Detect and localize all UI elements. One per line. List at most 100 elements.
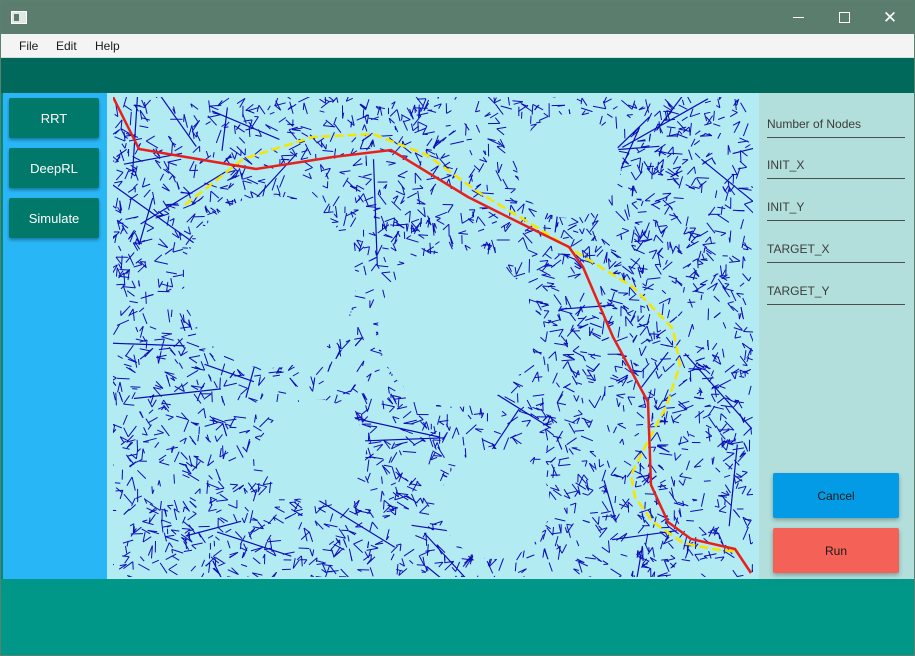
tree-edge (130, 386, 141, 388)
tree-edge (699, 135, 711, 137)
tree-edge (653, 331, 655, 340)
tree-edge (700, 258, 708, 261)
simulate-button[interactable]: Simulate (9, 198, 99, 238)
menu-edit[interactable]: Edit (56, 39, 77, 53)
tree-edge (383, 500, 385, 510)
tree-edge (116, 283, 126, 286)
tree-edge (626, 114, 633, 116)
maximize-icon[interactable] (821, 1, 867, 34)
tree-edge (445, 124, 451, 127)
tree-edge (614, 495, 617, 504)
tree-edge (229, 483, 238, 486)
tree-edge (433, 455, 442, 457)
menu-bar: File Edit Help (1, 34, 914, 58)
obstacle (264, 399, 366, 501)
tree-edge (539, 431, 545, 434)
tree-edge (584, 254, 596, 257)
tree-edge (552, 526, 554, 536)
menu-help[interactable]: Help (95, 39, 120, 53)
init-y-label: INIT_Y (767, 200, 805, 214)
tree-edge (418, 234, 429, 236)
tree-edge (739, 150, 742, 163)
tree-edge (744, 518, 752, 521)
tree-edge (636, 424, 644, 426)
tree-edge (661, 558, 669, 561)
tree-edge (605, 251, 608, 263)
rrt-tree-plot (113, 97, 753, 577)
tree-edge (694, 553, 703, 555)
tree-edge (660, 484, 662, 489)
tree-edge (325, 144, 327, 150)
tree-edge (170, 309, 173, 318)
tree-edge (644, 493, 655, 495)
tree-edge (718, 97, 720, 100)
tree-edge (209, 191, 212, 203)
tree-edge (365, 508, 371, 511)
tree-edge (416, 564, 425, 566)
init-x-field[interactable]: INIT_X (767, 149, 905, 179)
tree-edge (711, 457, 714, 465)
tree-edge (466, 138, 472, 141)
close-icon[interactable]: ✕ (867, 1, 913, 34)
tree-edge (222, 445, 224, 460)
tree-edge (628, 287, 631, 296)
run-button[interactable]: Run (773, 528, 899, 573)
tree-edge (597, 516, 600, 525)
tree-edge (581, 460, 588, 462)
simulation-canvas[interactable] (107, 93, 759, 579)
tree-edge (504, 187, 516, 190)
tree-edge (148, 517, 151, 523)
rrt-button[interactable]: RRT (9, 98, 99, 138)
menu-file[interactable]: File (19, 39, 38, 53)
obstacle (378, 251, 534, 407)
number-of-nodes-field[interactable]: Number of Nodes (767, 108, 905, 138)
target-y-label: TARGET_Y (767, 284, 830, 298)
tree-edge (394, 125, 397, 130)
tree-edge (494, 246, 496, 254)
tree-edge (145, 291, 147, 304)
number-of-nodes-label: Number of Nodes (767, 117, 862, 131)
tree-edge (743, 331, 753, 333)
tree-edge (132, 388, 138, 390)
tree-edge (728, 237, 731, 243)
tree-edge (119, 269, 129, 271)
tree-edge (731, 173, 738, 176)
cancel-button[interactable]: Cancel (773, 473, 899, 518)
tree-edge (639, 462, 641, 474)
tree-edge (628, 299, 640, 301)
tree-edge (136, 439, 139, 452)
tree-edge (401, 115, 403, 121)
tree-edge (719, 413, 722, 421)
tree-edge (281, 154, 294, 157)
deeprl-button[interactable]: DeepRL (9, 148, 99, 188)
obstacle (517, 114, 621, 218)
tree-edge (219, 377, 221, 390)
minimize-icon[interactable] (775, 1, 821, 34)
init-y-field[interactable]: INIT_Y (767, 191, 905, 221)
top-toolbar (1, 58, 914, 93)
tree-edge (181, 528, 191, 530)
tree-edge (718, 534, 721, 540)
tree-edge (531, 104, 534, 115)
tree-edge (542, 285, 556, 288)
parameters-panel: Number of Nodes INIT_X INIT_Y TARGET_X T… (759, 93, 914, 579)
tree-edge (642, 264, 645, 273)
tree-edge (696, 177, 710, 179)
tree-edge (637, 140, 646, 142)
tree-edge (622, 405, 625, 412)
tree-edge (289, 501, 297, 504)
tree-edge (556, 221, 559, 227)
bottom-bar (1, 579, 914, 655)
tree-edge (750, 428, 752, 435)
obstacle (184, 196, 356, 368)
target-y-field[interactable]: TARGET_Y (767, 275, 905, 305)
tree-edge (422, 497, 424, 504)
app-window: ✕ File Edit Help RRT DeepRL Simulate Num… (0, 0, 915, 656)
tree-edge (547, 363, 549, 372)
tree-edge (732, 174, 735, 184)
tree-edge (115, 392, 117, 406)
target-x-field[interactable]: TARGET_X (767, 233, 905, 263)
tree-edge (255, 414, 257, 420)
algorithm-sidebar: RRT DeepRL Simulate (3, 93, 107, 579)
window-app-icon (11, 11, 27, 24)
